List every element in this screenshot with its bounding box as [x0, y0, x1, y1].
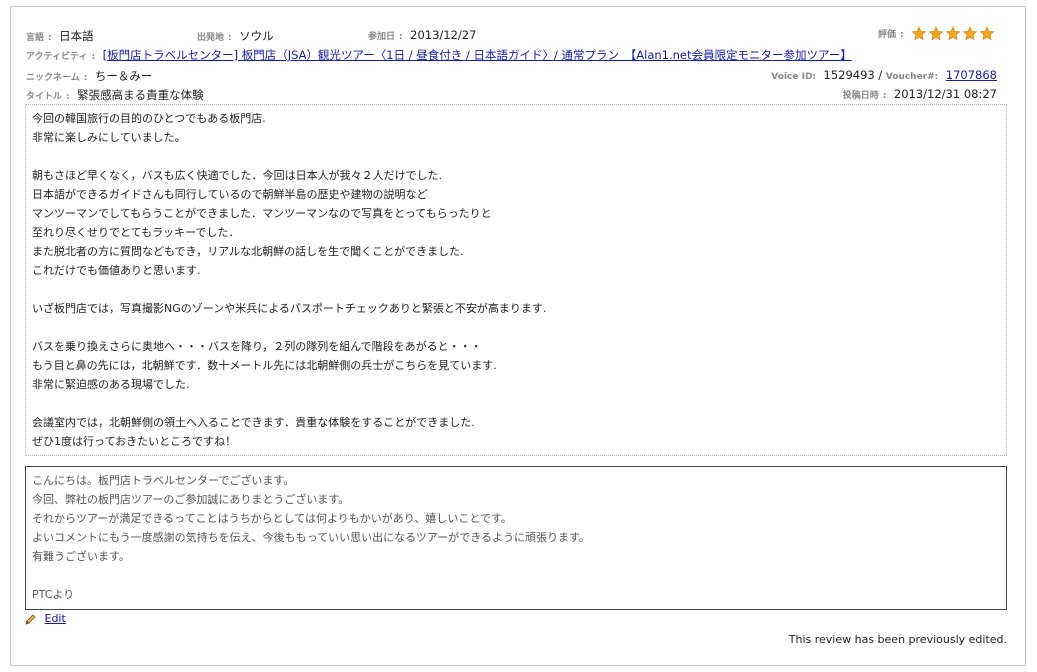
review-line: これだけでも価値ありと思います. — [32, 264, 201, 277]
language-field: 言語: 日本語 — [26, 29, 94, 43]
voucher-link[interactable]: 1707868 — [946, 68, 997, 82]
rating-stars — [911, 26, 996, 41]
reply-line: PTCより — [32, 588, 75, 601]
reply-line: 有難うございます。 — [32, 550, 130, 563]
rating-label: 評価 — [878, 29, 897, 40]
nickname-label: ニックネーム — [26, 73, 80, 83]
review-line: 会議室内では，北朝鮮側の領土へ入ることできます．貴重な体験をすることができました… — [32, 416, 475, 429]
review-line: 朝もさほど早くなく，バスも広く快適でした．今回は日本人が我々２人だけでした. — [32, 169, 443, 182]
departure-value: ソウル — [239, 29, 274, 43]
review-line — [32, 394, 1000, 413]
date-value: 2013/12/27 — [410, 28, 477, 42]
reply-line — [32, 566, 1000, 585]
review-body: 今回の韓国旅行の目的のひとつでもある板門店. 非常に楽しみにしていました。朝もさほ… — [25, 104, 1007, 456]
review-line — [32, 280, 1000, 299]
date-label: 参加日 — [368, 32, 396, 42]
review-line — [32, 147, 1000, 166]
review-line — [32, 318, 1000, 337]
edit-control[interactable]: Edit — [25, 612, 66, 625]
posted-field: 投稿日時: 2013/12/31 08:27 — [842, 87, 997, 101]
nickname-value: ちー＆みー — [94, 69, 153, 83]
reply-line: こんにちは。板門店トラベルセンターでございます。 — [32, 474, 295, 487]
reply-line: それからツアーが満足できるってことはうちからとしては何よりもかいがあり、嬉しいこ… — [32, 512, 512, 525]
title-field: タイトル: 緊張感高まる貴重な体験 — [26, 88, 204, 102]
review-line: 非常に緊迫感のある現場でした. — [32, 378, 190, 391]
pencil-icon — [25, 614, 36, 625]
review-title: 緊張感高まる貴重な体験 — [77, 88, 204, 102]
operator-reply: こんにちは。板門店トラベルセンターでございます。今回、弊社の板門店ツアーのご参加… — [25, 466, 1007, 610]
star-icon — [928, 26, 944, 41]
language-label: 言語 — [26, 33, 45, 43]
reply-line: よいコメントにもう一度感謝の気持ちを伝え、今後ももっていい思い出になるツアーがで… — [32, 531, 590, 544]
departure-label: 出発地 — [197, 33, 225, 43]
rating: 評価: — [878, 26, 996, 41]
star-icon — [979, 26, 995, 41]
reply-line: 今回、弊社の板門店ツアーのご参加誠にありまとうございます。 — [32, 493, 350, 506]
review-line: 今回の韓国旅行の目的のひとつでもある板門店. — [32, 112, 266, 125]
title-label: タイトル — [26, 92, 63, 102]
edited-notice: This review has been previously edited. — [788, 633, 1007, 646]
voice-id-field: Voice ID: 1529493 / Voucher#: 1707868 — [771, 68, 997, 82]
review-line: いざ板門店では，写真撮影NGのゾーンや米兵によるパスポートチェックありと緊張と不… — [32, 302, 547, 315]
voice-id-value: 1529493 / — [823, 68, 883, 82]
review-line: 非常に楽しみにしていました。 — [32, 131, 186, 144]
star-icon — [962, 26, 978, 41]
activity-label: アクティビティ — [26, 52, 88, 62]
review-line: また脱北者の方に質問などもでき，リアルな北朝鮮の話しを生で聞くことができました. — [32, 245, 464, 258]
language-value: 日本語 — [59, 29, 94, 43]
review-line: マンツーマンでしてもらうことができました．マンツーマンなので写真をとってもらった… — [32, 207, 492, 220]
posted-label: 投稿日時 — [842, 91, 879, 101]
voice-id-label: Voice ID: — [771, 72, 817, 82]
nickname-field: ニックネーム: ちー＆みー — [26, 69, 153, 83]
review-line: バスを乗り換えさらに奥地へ・・・バスを降り，２列の隊列を組んで階段をあがると・・… — [32, 340, 482, 353]
edit-link[interactable]: Edit — [45, 612, 66, 625]
review-line: もう目と鼻の先には，北朝鮮です．数十メートル先には北朝鮮側の兵士がこちらを見てい… — [32, 359, 497, 372]
review-line: ぜひ1度は行っておきたいところですね！ — [32, 435, 237, 448]
review-line: 日本語ができるガイドさんも同行しているので朝鮮半島の歴史や建物の説明など — [32, 188, 428, 201]
posted-value: 2013/12/31 08:27 — [893, 87, 997, 101]
star-icon — [911, 26, 927, 41]
star-icon — [945, 26, 961, 41]
review-line: 至れり尽くせりでとてもラッキーでした． — [32, 226, 240, 239]
date-field: 参加日: 2013/12/27 — [368, 28, 477, 42]
departure-field: 出発地: ソウル — [197, 29, 274, 43]
voucher-label: Voucher#: — [885, 72, 939, 82]
activity-field: アクティビティ: [板門店トラベルセンター] 板門店（JSA）観光ツアー〈1日 … — [26, 48, 852, 62]
activity-link[interactable]: [板門店トラベルセンター] 板門店（JSA）観光ツアー〈1日 / 昼食付き / … — [103, 48, 852, 62]
